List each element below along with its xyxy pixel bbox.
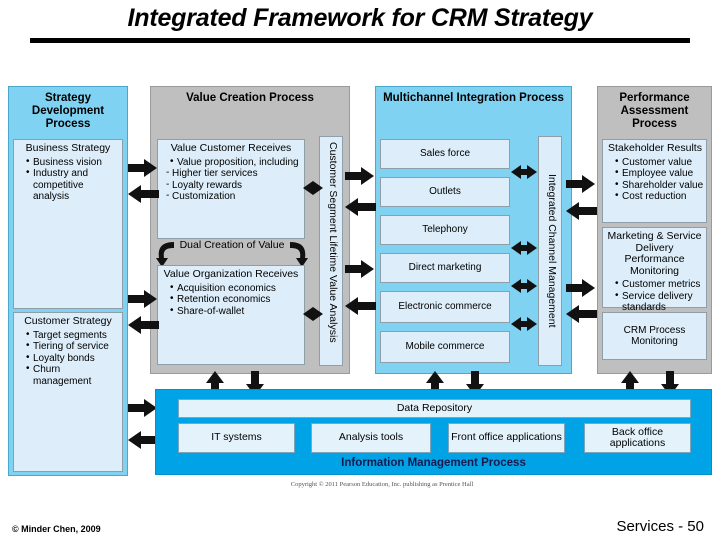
arrow-left-icon: [128, 185, 159, 203]
arrow-right-icon: [345, 260, 376, 278]
list-item: Employee value: [615, 167, 704, 180]
box-marketing-service-monitoring-bullets: Customer metrics Service delivery standa…: [603, 278, 706, 314]
channel-label: Outlets: [429, 186, 461, 198]
box-channel-mobile-commerce: Mobile commerce: [380, 331, 510, 363]
vertical-label-text: Integrated Channel Management: [546, 174, 558, 328]
box-customer-strategy-heading: Customer Strategy: [24, 315, 112, 327]
box-crm-process-monitoring: CRM Process Monitoring: [602, 312, 707, 360]
list-item: Loyalty rewards: [166, 179, 302, 192]
list-item: Higher tier services: [166, 167, 302, 180]
box-customer-strategy: Customer Strategy Target segments Tierin…: [13, 312, 123, 472]
box-stakeholder-results: Stakeholder Results Customer value Emplo…: [602, 139, 707, 223]
box-channel-telephony: Telephony: [380, 215, 510, 245]
double-arrow-channel-4: [511, 317, 537, 331]
vertical-label-integrated-channel-management: Integrated Channel Management: [538, 136, 562, 366]
data-repository-label: Data Repository: [396, 401, 473, 414]
box-marketing-service-monitoring-heading: Marketing & Service Delivery Performance…: [607, 230, 702, 277]
arrow-left-icon: [566, 305, 597, 323]
arrow-right-icon: [566, 175, 597, 193]
box-channel-electronic-commerce: Electronic commerce: [380, 291, 510, 323]
channel-label: Direct marketing: [408, 262, 482, 274]
list-item: Tiering of service: [26, 340, 120, 353]
arrow-left-icon: [345, 297, 376, 315]
column-header-multichannel: Multichannel Integration Process: [383, 92, 564, 104]
information-management-label: Information Management Process: [341, 457, 526, 469]
list-item: Share-of-wallet: [170, 305, 302, 318]
box-data-repository: Data Repository: [178, 399, 691, 418]
box-channel-sales-force: Sales force: [380, 139, 510, 169]
im-item-label: IT systems: [211, 431, 262, 444]
list-item: Churn management: [26, 363, 120, 387]
double-arrow-channel-2: [511, 241, 537, 255]
page-title: Integrated Framework for CRM Strategy: [127, 4, 593, 32]
box-crm-process-monitoring-label: CRM Process Monitoring: [623, 324, 686, 348]
list-item: Acquisition economics: [170, 282, 302, 295]
channel-label: Mobile commerce: [405, 341, 485, 353]
double-arrow-channel-3: [511, 279, 537, 293]
list-item: Target segments: [26, 329, 120, 342]
box-value-organization-receives-bullets: Acquisition economics Retention economic…: [158, 282, 304, 318]
list-item: Cost reduction: [615, 190, 704, 203]
box-front-office-applications: Front office applications: [448, 423, 565, 453]
footer-author: © Minder Chen, 2009: [12, 524, 101, 534]
list-item: Industry and competitive analysis: [26, 167, 120, 203]
box-business-strategy-bullets: Business vision Industry and competitive…: [14, 156, 122, 203]
arrow-left-icon: [345, 198, 376, 216]
information-management-band: Data Repository IT systems Analysis tool…: [155, 389, 712, 475]
title-underline: [30, 38, 690, 43]
double-arrow-value-organization: [303, 307, 323, 321]
column-header-performance: Performance Assessment Process: [619, 92, 690, 130]
list-item: Value proposition, including: [170, 156, 302, 169]
channel-label: Sales force: [419, 148, 471, 160]
box-stakeholder-results-bullets: Customer value Employee value Shareholde…: [603, 156, 706, 203]
slide-canvas: Integrated Framework for CRM Strategy St…: [0, 0, 720, 540]
copyright-notice: Copyright © 2011 Pearson Education, Inc.…: [290, 481, 474, 488]
arrow-right-icon: [345, 167, 376, 185]
box-value-organization-receives: Value Organization Receives Acquisition …: [157, 265, 305, 365]
box-customer-strategy-bullets: Target segments Tiering of service Loyal…: [14, 329, 122, 388]
footer-page: Services - 50: [616, 518, 704, 535]
arrow-left-icon: [566, 202, 597, 220]
channel-label: Telephony: [422, 224, 468, 236]
column-header-value-creation: Value Creation Process: [186, 92, 314, 104]
box-business-strategy: Business Strategy Business vision Indust…: [13, 139, 123, 309]
box-channel-direct-marketing: Direct marketing: [380, 253, 510, 283]
box-value-customer-receives-bullets: Value proposition, including Higher tier…: [158, 156, 304, 203]
box-value-organization-receives-heading: Value Organization Receives: [163, 268, 299, 280]
box-back-office-applications: Back office applications: [584, 423, 691, 453]
list-item: Service delivery standards: [615, 290, 704, 314]
arrow-right-icon: [566, 279, 597, 297]
list-item: Shareholder value: [615, 179, 704, 192]
box-channel-outlets: Outlets: [380, 177, 510, 207]
im-item-label: Front office applications: [451, 431, 562, 444]
list-item: Loyalty bonds: [26, 352, 120, 365]
box-marketing-service-monitoring: Marketing & Service Delivery Performance…: [602, 227, 707, 313]
list-item: Customization: [166, 190, 302, 203]
double-arrow-channel-1: [511, 165, 537, 179]
arrow-right-icon: [128, 159, 159, 177]
column-header-strategy-development: Strategy Development Process: [31, 92, 105, 130]
list-item: Business vision: [26, 156, 120, 169]
vertical-label-text: Customer Segment Lifetime Value Analysis: [327, 142, 339, 343]
list-item: Customer metrics: [615, 278, 704, 291]
box-value-customer-receives: Value Customer Receives Value propositio…: [157, 139, 305, 239]
channel-label: Electronic commerce: [398, 301, 492, 313]
label-dual-creation-of-value: Dual Creation of Value: [179, 239, 285, 251]
box-stakeholder-results-heading: Stakeholder Results: [608, 142, 702, 154]
box-analysis-tools: Analysis tools: [311, 423, 431, 453]
box-it-systems: IT systems: [178, 423, 295, 453]
im-item-label: Analysis tools: [338, 431, 404, 444]
box-value-customer-receives-heading: Value Customer Receives: [170, 142, 292, 154]
box-business-strategy-heading: Business Strategy: [25, 142, 111, 154]
im-item-label: Back office applications: [609, 425, 666, 449]
arrow-left-icon: [128, 316, 159, 334]
vertical-label-customer-segment-lifetime-value-analysis: Customer Segment Lifetime Value Analysis: [319, 136, 343, 366]
double-arrow-value-creation: [303, 181, 323, 195]
arrow-right-icon: [128, 290, 159, 308]
list-item: Customer value: [615, 156, 704, 169]
list-item: Retention economics: [170, 293, 302, 306]
